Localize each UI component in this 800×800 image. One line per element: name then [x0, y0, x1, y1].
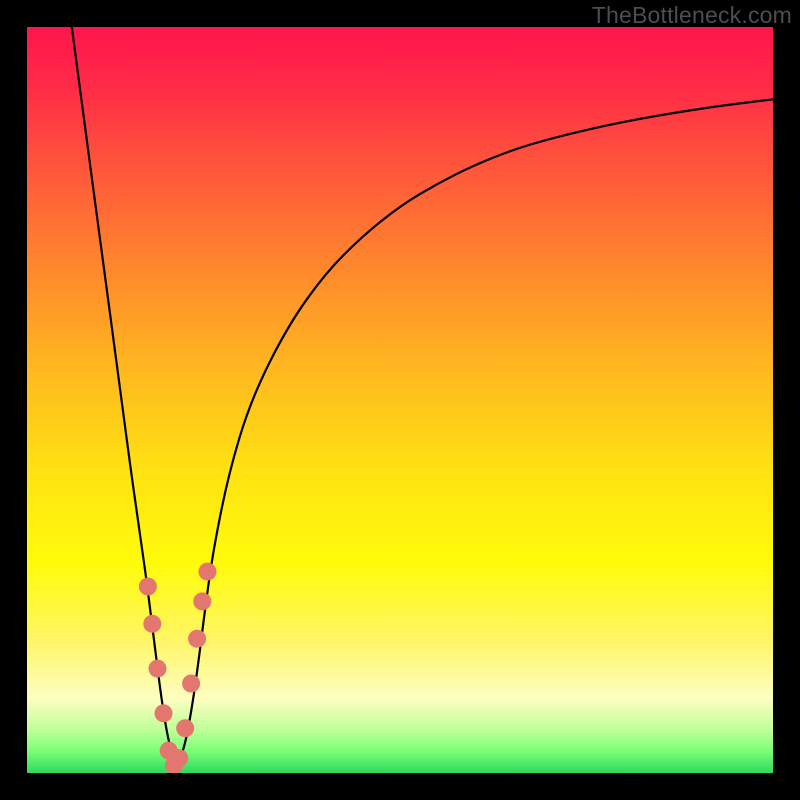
highlight-marker	[176, 719, 194, 737]
highlight-marker	[143, 615, 161, 633]
highlight-marker	[139, 578, 157, 596]
highlight-marker	[149, 660, 167, 678]
highlight-marker	[188, 630, 206, 648]
highlight-marker	[155, 704, 173, 722]
highlight-marker	[182, 675, 200, 693]
marker-group	[139, 563, 217, 773]
plot-area	[27, 27, 773, 773]
watermark-text: TheBottleneck.com	[592, 2, 792, 29]
highlight-marker	[193, 592, 211, 610]
highlight-marker	[199, 563, 217, 581]
bottleneck-curve-path	[72, 27, 773, 761]
outer-frame: TheBottleneck.com	[0, 0, 800, 800]
highlight-marker	[170, 749, 188, 767]
bottleneck-curve-svg	[27, 27, 773, 773]
